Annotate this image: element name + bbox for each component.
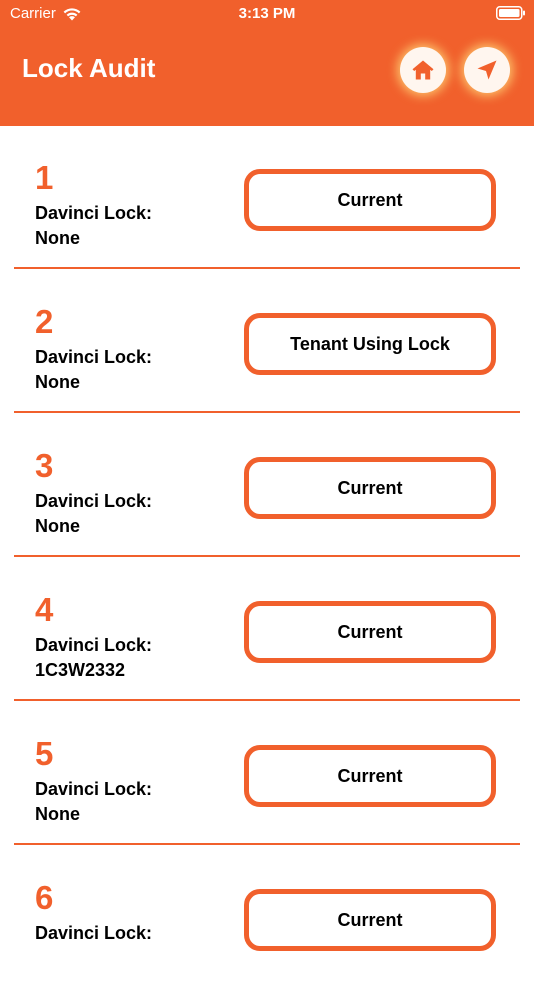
home-icon	[412, 60, 434, 80]
list-item: 5 Davinci Lock: None Current	[0, 702, 534, 846]
header-bar: Carrier 3:13 PM Lock Audit	[0, 0, 534, 126]
list-item: 6 Davinci Lock: Current	[0, 846, 534, 990]
list-item: 4 Davinci Lock: 1C3W2332 Current	[0, 558, 534, 702]
page-title: Lock Audit	[22, 53, 156, 83]
lock-label: Davinci Lock:	[35, 347, 153, 367]
unit-number: 5	[35, 735, 54, 772]
unit-number: 4	[35, 591, 54, 628]
lock-label: Davinci Lock:	[35, 779, 153, 799]
lock-label: Davinci Lock:	[35, 491, 153, 511]
battery-icon	[496, 6, 525, 20]
unit-number: 3	[35, 447, 54, 484]
unit-number: 1	[35, 159, 54, 196]
divider	[14, 699, 520, 701]
divider	[14, 411, 520, 413]
list-item: 1 Davinci Lock: None Current	[0, 126, 534, 270]
lock-value: None	[35, 372, 80, 392]
lock-list: 1 Davinci Lock: None Current 2 Davinci L…	[0, 126, 534, 990]
status-button[interactable]: Tenant Using Lock	[244, 313, 496, 375]
paper-plane-icon	[477, 60, 497, 80]
divider	[14, 843, 520, 845]
list-item: 2 Davinci Lock: None Tenant Using Lock	[0, 270, 534, 414]
lock-value: None	[35, 516, 80, 536]
unit-number: 2	[35, 303, 54, 340]
lock-label: Davinci Lock:	[35, 923, 153, 943]
divider	[14, 555, 520, 557]
send-button[interactable]	[464, 47, 510, 93]
lock-value: None	[35, 804, 80, 824]
divider	[14, 267, 520, 269]
unit-number: 6	[35, 879, 54, 916]
lock-value: 1C3W2332	[35, 660, 126, 680]
status-time: 3:13 PM	[238, 5, 296, 22]
status-button[interactable]: Current	[244, 745, 496, 807]
home-button[interactable]	[400, 47, 446, 93]
lock-label: Davinci Lock:	[35, 635, 153, 655]
status-button[interactable]: Current	[244, 457, 496, 519]
status-button[interactable]: Current	[244, 889, 496, 951]
status-button[interactable]: Current	[244, 601, 496, 663]
lock-value: None	[35, 228, 80, 248]
status-button[interactable]: Current	[244, 169, 496, 231]
list-item: 3 Davinci Lock: None Current	[0, 414, 534, 558]
lock-label: Davinci Lock:	[35, 203, 153, 223]
status-bar: Carrier 3:13 PM	[0, 0, 534, 30]
